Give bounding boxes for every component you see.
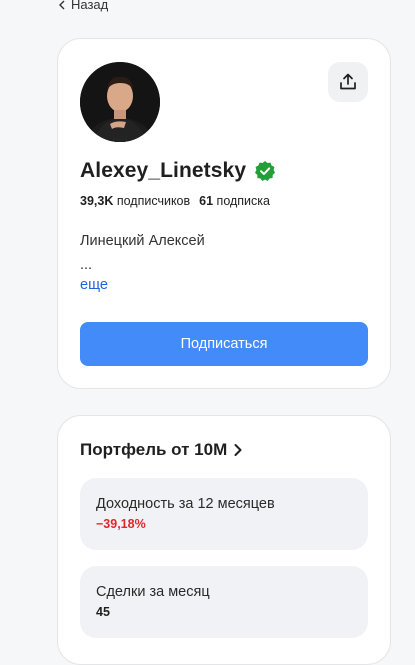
yield-label: Доходность за 12 месяцев bbox=[96, 496, 275, 512]
yield-metric: Доходность за 12 месяцев −39,18% bbox=[80, 478, 368, 550]
yield-value: −39,18% bbox=[96, 517, 146, 531]
avatar-image bbox=[80, 62, 160, 142]
portfolio-title: Портфель от 10М bbox=[80, 440, 228, 459]
share-icon bbox=[340, 73, 356, 90]
profile-stats: 39,3K подписчиков 61 подписка bbox=[80, 194, 270, 208]
back-link[interactable]: Назад bbox=[58, 0, 108, 12]
back-label: Назад bbox=[71, 0, 109, 12]
followers-label: подписчиков bbox=[116, 194, 191, 208]
share-button[interactable] bbox=[328, 62, 368, 102]
chevron-right-icon bbox=[234, 444, 242, 456]
profile-bio: Линецкий Алексей ... bbox=[80, 229, 205, 277]
portfolio-card: Портфель от 10М Доходность за 12 месяцев… bbox=[57, 415, 391, 665]
deals-label: Сделки за месяц bbox=[96, 584, 210, 600]
chevron-left-icon bbox=[59, 0, 65, 9]
verified-badge-icon bbox=[254, 160, 276, 182]
show-more-link[interactable]: еще bbox=[80, 277, 108, 293]
profile-card: Alexey_Linetsky 39,3K подписчиков 61 под… bbox=[57, 38, 391, 389]
portfolio-title-link[interactable]: Портфель от 10М bbox=[80, 440, 243, 460]
deals-value: 45 bbox=[96, 605, 110, 619]
following-stat[interactable]: 61 подписка bbox=[199, 194, 270, 208]
subscribe-button[interactable]: Подписаться bbox=[80, 322, 368, 366]
avatar[interactable] bbox=[80, 62, 160, 142]
following-label: подписка bbox=[216, 194, 270, 208]
following-count: 61 bbox=[199, 194, 214, 208]
followers-count: 39,3K bbox=[80, 194, 114, 208]
bio-ellipsis: ... bbox=[80, 257, 93, 273]
profile-name: Alexey_Linetsky bbox=[80, 159, 247, 182]
name-row: Alexey_Linetsky bbox=[80, 159, 276, 183]
followers-stat[interactable]: 39,3K подписчиков bbox=[80, 194, 190, 208]
bio-line: Линецкий Алексей bbox=[80, 233, 205, 249]
deals-metric: Сделки за месяц 45 bbox=[80, 566, 368, 638]
